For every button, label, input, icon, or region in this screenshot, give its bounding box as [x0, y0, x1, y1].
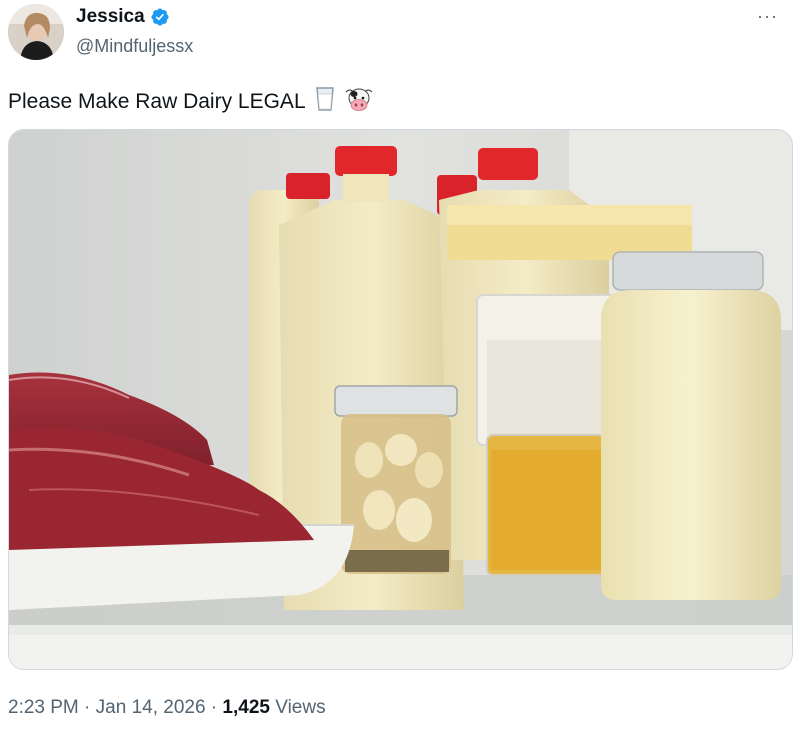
views-label: Views	[269, 697, 326, 718]
more-horizontal-icon: ···	[757, 6, 778, 26]
fridge-photo-icon	[9, 130, 792, 669]
tweet-time[interactable]: 2:23 PM	[8, 697, 79, 718]
meta-separator: ·	[78, 697, 96, 718]
author-handle[interactable]: @Mindfuljessx	[76, 36, 193, 57]
verified-badge-icon	[151, 8, 169, 26]
cow-face-emoji-icon	[344, 86, 374, 118]
tweet-date[interactable]: Jan 14, 2026	[96, 697, 206, 718]
views-count: 1,425	[222, 697, 270, 718]
author-name[interactable]: Jessica	[76, 6, 145, 28]
tweet-text: Please Make Raw Dairy LEGAL	[8, 86, 374, 118]
avatar[interactable]	[8, 4, 64, 60]
tweet-body: Please Make Raw Dairy LEGAL	[8, 90, 306, 113]
author-name-row: Jessica	[76, 6, 170, 28]
meta-separator: ·	[205, 697, 223, 718]
tweet-photo[interactable]	[8, 129, 793, 670]
tweet-meta: 2:23 PM · Jan 14, 2026 · 1,425 Views	[8, 697, 326, 719]
more-options-button[interactable]: ···	[757, 6, 778, 27]
glass-of-milk-emoji-icon	[314, 86, 336, 118]
profile-photo-icon	[8, 4, 64, 60]
